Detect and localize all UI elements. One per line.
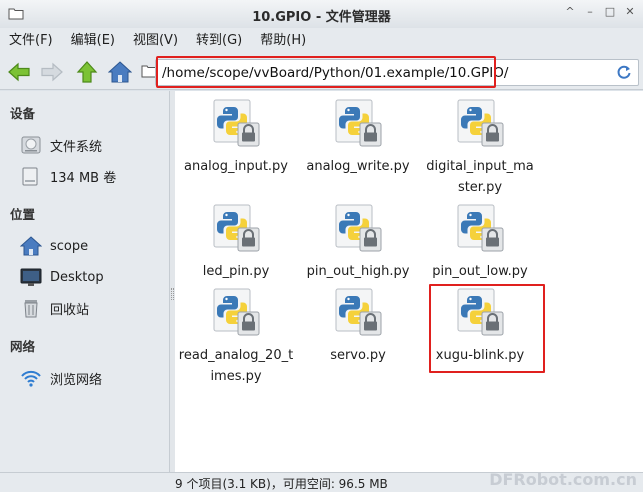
- desktop-icon: [20, 268, 42, 286]
- file-item[interactable]: pin_out_low.py: [419, 204, 541, 282]
- sidebar-item-label: 回收站: [50, 302, 90, 318]
- file-name: analog_write.py: [306, 159, 410, 174]
- file-item[interactable]: servo.py: [297, 288, 419, 366]
- sidebar-item-filesystem[interactable]: 文件系统: [20, 134, 102, 156]
- menu-view[interactable]: 视图(V): [133, 28, 178, 54]
- location-highlight-box: [156, 56, 496, 88]
- file-grid: analog_input.py analog_write.py digital_…: [175, 91, 643, 472]
- file-name: led_pin.py: [202, 264, 270, 279]
- file-manager-window: 10.GPIO - 文件管理器 ^ – □ ✕ 文件(F) 编辑(E) 视图(V…: [0, 0, 643, 492]
- file-item[interactable]: pin_out_high.py: [297, 204, 419, 282]
- file-name: servo.py: [330, 348, 386, 363]
- python-file-locked-icon: [334, 288, 382, 336]
- trash-icon: [24, 300, 38, 318]
- sidebar-item-trash[interactable]: 回收站: [20, 297, 89, 319]
- sidebar-section-network: 网络: [10, 339, 36, 354]
- menu-file[interactable]: 文件(F): [9, 28, 53, 54]
- watermark: DFRobot.com.cn: [489, 470, 637, 489]
- up-arrow-icon[interactable]: [75, 60, 99, 84]
- sidebar-item-scope[interactable]: scope: [20, 235, 88, 257]
- title-bar: 10.GPIO - 文件管理器 ^ – □ ✕: [0, 0, 643, 28]
- home-icon: [20, 236, 42, 256]
- refresh-icon[interactable]: [616, 64, 632, 80]
- menu-bar: 文件(F) 编辑(E) 视图(V) 转到(G) 帮助(H): [0, 28, 643, 54]
- forward-arrow-icon[interactable]: [40, 60, 64, 84]
- file-name-line: imes.py: [210, 369, 262, 384]
- sidebar-item-label: 浏览网络: [50, 372, 103, 388]
- menu-go[interactable]: 转到(G): [196, 28, 242, 54]
- window-title: 10.GPIO - 文件管理器: [252, 10, 391, 25]
- status-bar: 9 个项目(3.1 KB)，可用空间: 96.5 MB DFRobot.com.…: [0, 470, 643, 492]
- sidebar-item-label: 134 MB 卷: [50, 170, 117, 186]
- drive-icon: [22, 167, 38, 186]
- back-arrow-icon[interactable]: [7, 60, 31, 84]
- file-item[interactable]: read_analog_20_t imes.py: [175, 288, 297, 387]
- harddisk-icon: [21, 136, 41, 154]
- home-icon[interactable]: [108, 60, 132, 84]
- sidebar-section-devices: 设备: [10, 106, 36, 121]
- minimize-button[interactable]: –: [583, 5, 597, 19]
- file-name: pin_out_high.py: [306, 264, 410, 279]
- python-file-locked-icon: [212, 99, 260, 147]
- file-name-line: read_analog_20_t: [178, 348, 294, 363]
- sidebar: 设备 文件系统 134 MB 卷 位置 scope Desktop 回收站 网络…: [0, 91, 170, 472]
- file-name: pin_out_low.py: [432, 264, 528, 279]
- sidebar-section-places: 位置: [10, 207, 36, 222]
- file-name: digital_input_ma ster.py: [419, 156, 541, 198]
- maximize-button[interactable]: □: [603, 5, 617, 19]
- close-button[interactable]: ✕: [623, 5, 637, 19]
- file-item[interactable]: led_pin.py: [175, 204, 297, 282]
- keep-above-button[interactable]: ^: [563, 5, 577, 19]
- status-text: 9 个项目(3.1 KB)，可用空间: 96.5 MB: [175, 477, 388, 491]
- file-name: read_analog_20_t imes.py: [175, 345, 297, 387]
- file-highlight-box: [429, 284, 545, 373]
- wifi-icon: [21, 370, 41, 387]
- file-item[interactable]: analog_input.py: [175, 99, 297, 177]
- file-name-line: digital_input_ma: [426, 159, 534, 174]
- menu-edit[interactable]: 编辑(E): [71, 28, 115, 54]
- file-item[interactable]: analog_write.py: [297, 99, 419, 177]
- sidebar-item-label: scope: [50, 238, 89, 254]
- menu-help[interactable]: 帮助(H): [260, 28, 306, 54]
- python-file-locked-icon: [334, 99, 382, 147]
- python-file-locked-icon: [456, 99, 504, 147]
- python-file-locked-icon: [212, 288, 260, 336]
- python-file-locked-icon: [334, 204, 382, 252]
- python-file-locked-icon: [456, 204, 504, 252]
- sidebar-item-volume[interactable]: 134 MB 卷: [20, 165, 116, 187]
- sidebar-item-label: 文件系统: [50, 139, 103, 155]
- sidebar-item-desktop[interactable]: Desktop: [20, 266, 104, 288]
- splitter-grip[interactable]: [171, 288, 174, 300]
- file-name: analog_input.py: [183, 159, 288, 174]
- file-name-line: ster.py: [457, 180, 503, 195]
- sidebar-item-label: Desktop: [50, 269, 104, 285]
- sidebar-item-browse-network[interactable]: 浏览网络: [20, 367, 102, 389]
- file-item[interactable]: digital_input_ma ster.py: [419, 99, 541, 198]
- python-file-locked-icon: [212, 204, 260, 252]
